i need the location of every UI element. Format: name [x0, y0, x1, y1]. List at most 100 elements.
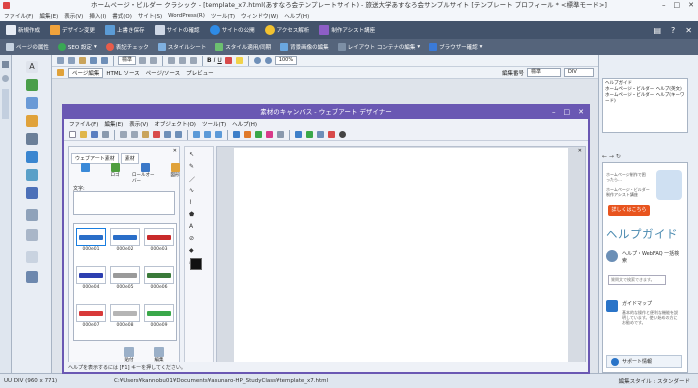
- help-search-input[interactable]: 質問文で検索できます。: [608, 275, 666, 285]
- line-tool-icon[interactable]: ／: [189, 175, 195, 184]
- stylesheet-button[interactable]: スタイルシート: [155, 41, 210, 53]
- style-select[interactable]: 標準: [527, 68, 561, 77]
- dialog-menu-tools[interactable]: ツール(T): [202, 120, 226, 128]
- brush-tool-icon[interactable]: ⌇: [189, 199, 192, 206]
- tag-icon[interactable]: [306, 131, 313, 138]
- canvas-page[interactable]: [234, 148, 568, 370]
- align-icon[interactable]: [204, 131, 211, 138]
- material-thumb[interactable]: 000e06: [144, 266, 174, 292]
- dialog-menu-object[interactable]: オブジェクト(O): [154, 120, 196, 128]
- shape-tool-icon[interactable]: ⬟: [189, 211, 194, 218]
- person-icon[interactable]: [26, 79, 38, 91]
- redo-icon[interactable]: [175, 131, 182, 138]
- material-thumb[interactable]: 000e09: [144, 304, 174, 330]
- help-card-search[interactable]: ヘルプ・WebFAQ 一括検索: [606, 250, 682, 264]
- font-size-up-icon[interactable]: [150, 57, 158, 64]
- picture-icon[interactable]: [233, 131, 240, 138]
- canvas-close-icon[interactable]: ✕: [578, 148, 582, 154]
- tab-page-source[interactable]: ページ/ソース: [143, 69, 183, 77]
- block-select[interactable]: DIV: [564, 68, 594, 77]
- preview-eye-icon[interactable]: [339, 131, 346, 138]
- category-logo[interactable]: ロゴ: [102, 163, 128, 181]
- material-thumb[interactable]: 000e04: [76, 266, 106, 292]
- menu-site[interactable]: サイト(S): [138, 12, 162, 20]
- effect-icon[interactable]: [244, 131, 251, 138]
- menu-file[interactable]: ファイル(F): [4, 12, 33, 20]
- menu-tools[interactable]: ツール(T): [211, 12, 235, 20]
- group-icon[interactable]: [215, 131, 222, 138]
- pencil-icon[interactable]: [26, 115, 38, 127]
- details-button[interactable]: 詳しくはこちら: [608, 205, 650, 216]
- site-check-button[interactable]: サイトの確認: [152, 23, 203, 37]
- dialog-menu-view[interactable]: 表示(V): [129, 120, 148, 128]
- zoom-out-icon[interactable]: [264, 57, 272, 64]
- publish-button[interactable]: サイトの公開: [207, 23, 258, 37]
- menu-edit[interactable]: 編集(E): [39, 12, 58, 20]
- dialog-menu-help[interactable]: ヘルプ(H): [232, 120, 257, 128]
- print-icon[interactable]: [102, 131, 109, 138]
- toolbar-close-icon[interactable]: ✕: [685, 26, 692, 35]
- cut-icon[interactable]: [57, 57, 64, 64]
- close-button[interactable]: ✕: [688, 1, 694, 9]
- save-icon[interactable]: [91, 131, 98, 138]
- undo-icon[interactable]: [164, 131, 171, 138]
- underline-icon[interactable]: U: [217, 57, 221, 64]
- eyedropper-tool-icon[interactable]: ⊘: [189, 235, 194, 242]
- panel-tab-icon[interactable]: [2, 89, 9, 119]
- new-icon[interactable]: [69, 131, 76, 138]
- category-rollover[interactable]: ロールオーバー: [132, 163, 158, 184]
- curve-tool-icon[interactable]: ∿: [189, 187, 194, 194]
- material-thumb[interactable]: 000e05: [110, 266, 140, 292]
- copy-icon[interactable]: [131, 131, 138, 138]
- window-icon[interactable]: [317, 131, 324, 138]
- minimize-button[interactable]: –: [662, 1, 666, 9]
- help-icon[interactable]: ?: [671, 26, 675, 35]
- dialog-maximize-button[interactable]: □: [564, 106, 571, 119]
- material-thumb[interactable]: 000e01: [76, 228, 106, 254]
- save-button[interactable]: 上書き保存: [102, 23, 148, 37]
- style-apply-button[interactable]: スタイル適用/同期: [212, 41, 274, 53]
- dialog-menu-file[interactable]: ファイル(F): [69, 120, 98, 128]
- seo-settings-button[interactable]: SEO 設定 ▾: [55, 41, 100, 53]
- gallery-icon[interactable]: [26, 169, 38, 181]
- panel-close-icon[interactable]: ✕: [173, 148, 177, 154]
- image-icon[interactable]: [26, 97, 38, 109]
- analytics-button[interactable]: アクセス解析: [262, 23, 313, 37]
- text-tool-icon[interactable]: A: [26, 61, 38, 73]
- browser-check-button[interactable]: ブラウザー確認 ▾: [426, 41, 485, 53]
- copy-icon[interactable]: [68, 57, 75, 64]
- align-left-icon[interactable]: [168, 57, 176, 64]
- text-tool-icon[interactable]: A: [189, 223, 193, 230]
- delete-icon[interactable]: [153, 131, 160, 138]
- zoom-select[interactable]: 100%: [274, 56, 298, 65]
- menu-format[interactable]: 書式(O): [112, 12, 132, 20]
- support-info-button[interactable]: サポート情報: [606, 355, 682, 368]
- menu-insert[interactable]: 挿入(I): [89, 12, 106, 20]
- page-properties-button[interactable]: ページの属性: [3, 41, 52, 53]
- app-icon[interactable]: [3, 2, 10, 9]
- grid-icon[interactable]: [193, 131, 200, 138]
- align-center-icon[interactable]: [179, 57, 187, 64]
- document-icon[interactable]: [26, 251, 38, 263]
- fill-tool-icon[interactable]: ◆: [189, 247, 194, 254]
- material-thumb[interactable]: 000e08: [110, 304, 140, 330]
- gadget-icon[interactable]: [26, 271, 38, 283]
- pen-tool-icon[interactable]: ✎: [189, 163, 194, 170]
- dialog-menu-edit[interactable]: 編集(E): [104, 120, 123, 128]
- material-thumb[interactable]: 000e03: [144, 228, 174, 254]
- design-change-button[interactable]: デザイン変更: [47, 23, 98, 37]
- tab-preview[interactable]: プレビュー: [183, 69, 217, 77]
- shape-icon[interactable]: [255, 131, 262, 138]
- notation-check-button[interactable]: 表記チェック: [103, 41, 152, 53]
- cut-icon[interactable]: [120, 131, 127, 138]
- menu-view[interactable]: 表示(V): [64, 12, 83, 20]
- frame-icon[interactable]: [277, 131, 284, 138]
- paste-icon[interactable]: [142, 131, 149, 138]
- color-icon[interactable]: [266, 131, 273, 138]
- panel-pin-icon[interactable]: [2, 75, 9, 82]
- italic-icon[interactable]: I: [214, 57, 216, 64]
- material-thumb[interactable]: 000e02: [110, 228, 140, 254]
- form-icon[interactable]: [26, 209, 38, 221]
- new-button[interactable]: 新規作成: [3, 23, 43, 37]
- material-thumb[interactable]: 000e07: [76, 304, 106, 330]
